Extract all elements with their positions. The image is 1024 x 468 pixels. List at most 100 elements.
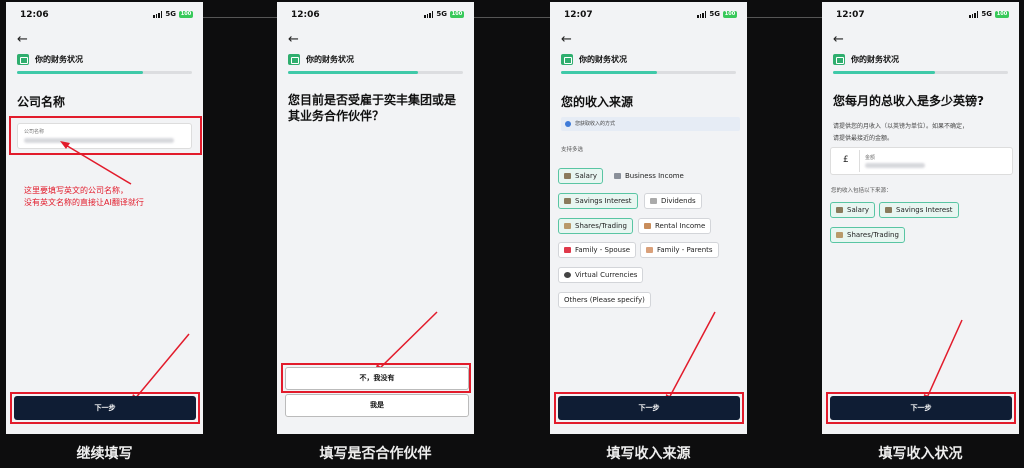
status-bar: 12:07 5G 100: [550, 2, 747, 28]
question-title-line2: 其业务合作伙伴？: [288, 109, 385, 123]
caption: 填写是否合作伙伴: [319, 446, 432, 462]
chart-icon: [564, 223, 571, 229]
highlight-box: [9, 116, 202, 155]
chip-label: Business Income: [625, 172, 684, 180]
clock: 12:06: [20, 10, 49, 20]
description-line: 请提供最接近的金额。: [833, 135, 894, 142]
info-banner: 您获取收入的方式: [561, 117, 740, 131]
signal-icon: [697, 10, 707, 18]
caption: 继续填写: [76, 446, 133, 462]
back-arrow-icon[interactable]: ←: [833, 32, 844, 47]
description: 请提供您的月收入（以英镑为单位）。如果不确定， 请提供最接近的金额。: [833, 121, 1011, 145]
monthly-income-input[interactable]: £ 金额: [830, 147, 1013, 175]
heart-icon: [564, 247, 571, 253]
chip-family-spouse[interactable]: Family - Spouse: [558, 242, 637, 258]
clock: 12:06: [291, 10, 320, 20]
chip-virtual-currencies[interactable]: Virtual Currencies: [558, 267, 644, 283]
bank-icon: [885, 207, 892, 213]
phone-screen-partner: 12:06 5G 100 ← 你的财务状况 您目前是否受雇于奕丰集团或是 其业务合…: [277, 2, 474, 434]
multi-select-hint: 支持多选: [561, 147, 584, 153]
bank-icon: [564, 198, 571, 204]
section-title: 你的财务状况: [579, 55, 627, 64]
network-label: 5G: [436, 10, 447, 18]
chip-label: Dividends: [661, 197, 696, 205]
chip-label: Shares/Trading: [847, 231, 899, 239]
chip-label: Salary: [575, 172, 597, 180]
progress-bar: [561, 71, 736, 74]
annotation-line: 这里要填写英文的公司名称，: [24, 186, 128, 195]
income-sources-label: 您的收入包括以下来源：: [831, 188, 892, 194]
status-bar: 12:06 5G 100: [277, 2, 474, 28]
wallet-icon: [288, 54, 300, 65]
chip-business-income[interactable]: Business Income: [608, 168, 690, 184]
section-header: 你的财务状况: [833, 54, 899, 65]
wallet-icon: [17, 54, 29, 65]
progress-bar: [288, 71, 463, 74]
chip-rental-income[interactable]: Rental Income: [638, 218, 712, 234]
chip-savings-interest[interactable]: Savings Interest: [558, 193, 638, 209]
highlight-box: [10, 392, 200, 424]
chip-label: Salary: [847, 206, 869, 214]
battery-icon: 100: [723, 10, 737, 18]
divider: [203, 17, 277, 18]
clock: 12:07: [564, 10, 593, 20]
back-arrow-icon[interactable]: ←: [288, 32, 299, 47]
progress-bar: [17, 71, 192, 74]
progress-bar: [833, 71, 1008, 74]
divider: [746, 17, 822, 18]
chip-label: Shares/Trading: [575, 222, 627, 230]
chip-salary[interactable]: Salary: [558, 168, 603, 184]
chip-label: Others (Please specify): [564, 296, 645, 304]
battery-icon: 100: [179, 10, 193, 18]
section-title: 你的财务状况: [306, 55, 354, 64]
chip-label: Family - Parents: [657, 246, 713, 254]
chip-others[interactable]: Others (Please specify): [558, 292, 651, 308]
caption: 填写收入状况: [878, 446, 963, 462]
chip-dividends[interactable]: Dividends: [644, 193, 702, 209]
currency-symbol: £: [843, 155, 849, 165]
red-arrow: [923, 319, 963, 405]
question-title: 公司名称: [17, 95, 66, 109]
status-bar: 12:06 5G 100: [6, 2, 203, 28]
chip-shares-trading[interactable]: Shares/Trading: [558, 218, 633, 234]
question-title: 您目前是否受雇于奕丰集团或是: [288, 93, 457, 107]
phone-screen-company-name: 12:06 5G 100 ← 你的财务状况 公司名称 公司名称 这里要填写英文的公…: [6, 2, 203, 434]
status-bar: 12:07 5G 100: [822, 2, 1019, 28]
battery-icon: 100: [995, 10, 1009, 18]
signal-icon: [969, 10, 979, 18]
network-label: 5G: [981, 10, 992, 18]
section-title: 你的财务状况: [851, 55, 899, 64]
briefcase-icon: [836, 207, 843, 213]
chip-label: Savings Interest: [896, 206, 953, 214]
chip-label: Savings Interest: [575, 197, 632, 205]
section-header: 你的财务状况: [288, 54, 354, 65]
chip-family-parents[interactable]: Family - Parents: [640, 242, 719, 258]
chip-label: Family - Spouse: [575, 246, 631, 254]
field-label: 金额: [865, 155, 876, 161]
chip-shares-trading: Shares/Trading: [830, 227, 905, 243]
annotation-line: 没有英文名称的直接让AI翻译就行: [24, 198, 144, 207]
option-yes-button[interactable]: 我是: [285, 394, 469, 417]
back-arrow-icon[interactable]: ←: [17, 32, 28, 47]
chip-savings-interest: Savings Interest: [879, 202, 959, 218]
network-label: 5G: [709, 10, 720, 18]
section-title: 你的财务状况: [35, 55, 83, 64]
tutorial-collage: 12:06 5G 100 ← 你的财务状况 公司名称 公司名称 这里要填写英文的公…: [0, 0, 1024, 468]
red-arrow: [60, 141, 190, 404]
highlight-box: [281, 363, 471, 393]
signal-icon: [424, 10, 434, 18]
divider: [859, 150, 860, 172]
briefcase-icon: [564, 173, 571, 179]
back-arrow-icon[interactable]: ←: [561, 32, 572, 47]
chip-label: Virtual Currencies: [575, 271, 638, 279]
building-icon: [614, 173, 621, 179]
section-header: 你的财务状况: [561, 54, 627, 65]
split-icon: [650, 198, 657, 204]
phone-screen-monthly-income: 12:07 5G 100 ← 你的财务状况 您每月的总收入是多少英镑? 请提供您的…: [822, 2, 1019, 434]
chart-icon: [836, 232, 843, 238]
chip-label: Rental Income: [655, 222, 706, 230]
wallet-icon: [561, 54, 573, 65]
highlight-box: [826, 392, 1016, 424]
coin-icon: [564, 272, 571, 278]
section-header: 你的财务状况: [17, 54, 83, 65]
